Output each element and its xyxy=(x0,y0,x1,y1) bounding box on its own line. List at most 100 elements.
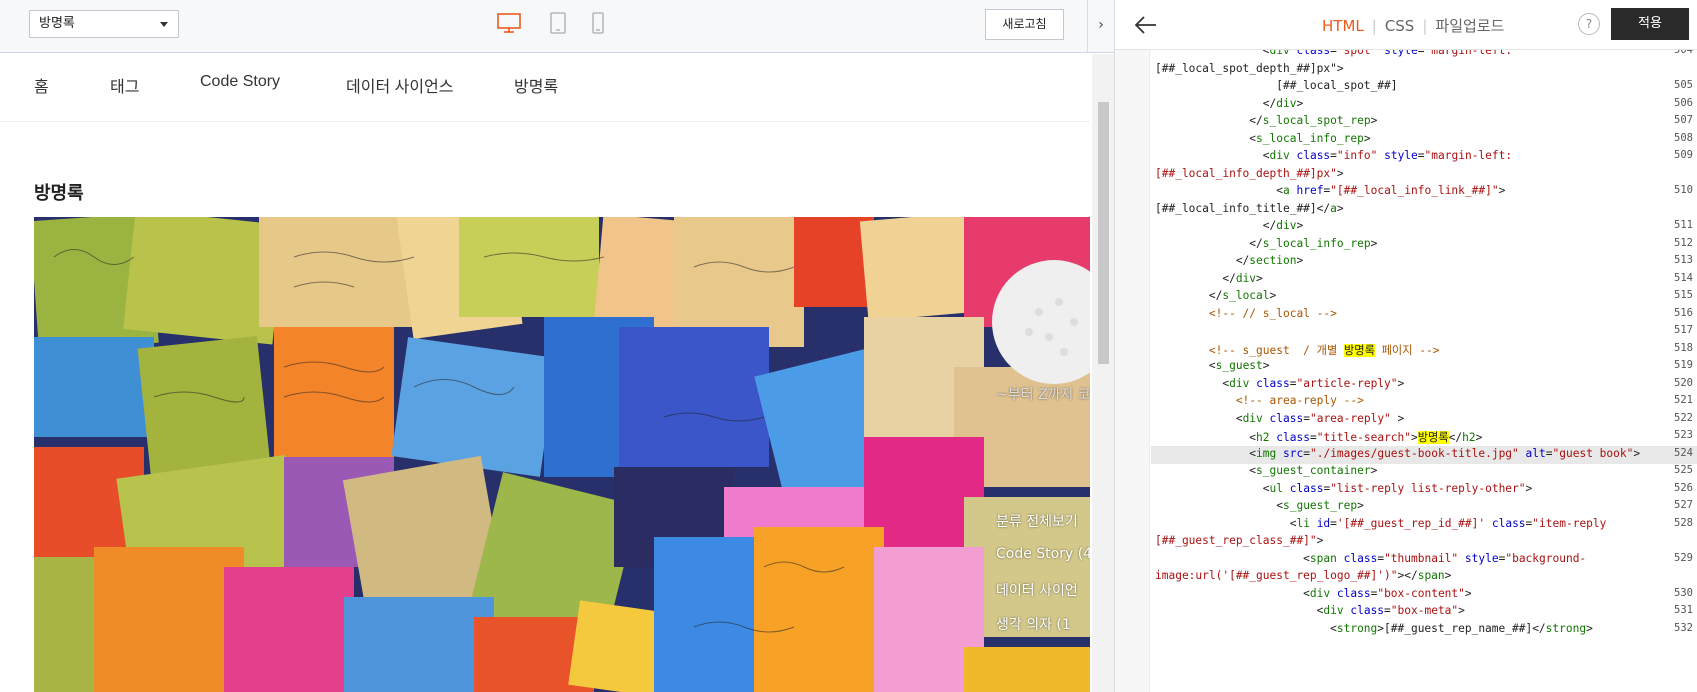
page-select-value: 방명록 xyxy=(39,16,75,31)
nav-data-science[interactable]: 데이터 사이언스 xyxy=(346,73,454,97)
line-number: 523 xyxy=(1674,429,1693,441)
skin-editor: 방명록 새로고침 › 홈 태그 Code Story 데이터 사이언스 방명록 … xyxy=(0,0,1697,692)
tab-divider: | xyxy=(1371,17,1377,35)
code-line: image:url('[##_guest_rep_logo_##]')"></s… xyxy=(1155,569,1452,582)
code-line: [##_local_spot_##] xyxy=(1155,79,1398,92)
nav-guestbook[interactable]: 방명록 xyxy=(514,73,558,97)
code-line: <div class="area-reply" > xyxy=(1155,411,1405,425)
code-line: <ul class="list-reply list-reply-other"> xyxy=(1155,481,1533,495)
code-line: <div class="spot" style="margin-left: xyxy=(1155,50,1513,57)
code-line: </div> xyxy=(1155,219,1304,232)
code-line: <!-- // s_local --> xyxy=(1155,306,1337,320)
code-line: <!-- area-reply --> xyxy=(1155,394,1364,407)
line-number: 514 xyxy=(1674,271,1693,284)
nav-code-story[interactable]: Code Story xyxy=(200,73,280,91)
line-number: 524 xyxy=(1674,446,1693,459)
line-number: 519 xyxy=(1674,359,1693,371)
line-number: 511 xyxy=(1674,219,1693,231)
line-number: 518 xyxy=(1674,341,1693,354)
code-line: <a href="[##_local_info_link_##]"> xyxy=(1155,184,1506,197)
line-number: 515 xyxy=(1674,289,1693,301)
line-number: 527 xyxy=(1674,499,1693,511)
line-number: 510 xyxy=(1674,184,1693,196)
caret-down-icon xyxy=(160,22,168,27)
code-line: <s_guest> xyxy=(1155,359,1270,372)
code-line: [##_local_info_depth_##]px"> xyxy=(1155,166,1344,180)
scrollbar-thumb[interactable] xyxy=(1098,102,1109,364)
line-number: 530 xyxy=(1674,586,1693,599)
tab-css[interactable]: CSS xyxy=(1385,17,1415,35)
code-line: <li id='[##_guest_rep_id_##]' class="ite… xyxy=(1155,516,1607,530)
tab-divider: | xyxy=(1422,17,1428,35)
code-line: <div class="article-reply"> xyxy=(1155,376,1405,390)
code-line: <div class="info" style="margin-left: xyxy=(1155,149,1513,162)
code-line: <div class="box-meta"> xyxy=(1155,604,1465,617)
category-data-science[interactable]: 데이터 사이언 xyxy=(996,580,1078,600)
code-line: <span class="thumbnail" style="backgroun… xyxy=(1155,551,1587,565)
code-line: <strong>[##_guest_rep_name_##]</strong> xyxy=(1155,621,1593,635)
editor-tabs: HTML | CSS | 파일업로드 xyxy=(1318,15,1508,36)
line-number: 508 xyxy=(1674,131,1693,144)
code-line: [##_guest_rep_class_##]"> xyxy=(1155,534,1324,547)
apply-button[interactable]: 적용 xyxy=(1611,8,1689,40)
collapse-panel-button[interactable]: › xyxy=(1087,0,1114,53)
code-line: </s_local> xyxy=(1155,289,1277,302)
line-number: 505 xyxy=(1674,79,1693,91)
line-number: 504 xyxy=(1674,50,1693,56)
guest-book-title-image xyxy=(34,217,1090,692)
line-number: 506 xyxy=(1674,96,1693,109)
line-number: 526 xyxy=(1674,481,1693,494)
category-code-story[interactable]: Code Story (4 xyxy=(996,546,1090,562)
line-number: 531 xyxy=(1674,604,1693,616)
refresh-button[interactable]: 새로고침 xyxy=(985,9,1064,40)
page-title: 방명록 xyxy=(34,183,84,204)
code-editor-pane: HTML | CSS | 파일업로드 ? 적용 504 <div class="spot… xyxy=(1115,0,1697,692)
line-number: 513 xyxy=(1674,254,1693,266)
line-number: 521 xyxy=(1674,394,1693,406)
code-line: <img src="./images/guest-book-title.jpg"… xyxy=(1155,446,1641,460)
line-number: 512 xyxy=(1674,236,1693,249)
nav-tag[interactable]: 태그 xyxy=(110,73,139,97)
code-line: </div> xyxy=(1155,271,1263,285)
code-line: <div class="box-content"> xyxy=(1155,586,1472,600)
code-area[interactable]: 504 <div class="spot" style="margin-left… xyxy=(1115,50,1697,692)
chevron-right-icon: › xyxy=(1098,17,1104,33)
arrow-left-icon[interactable] xyxy=(1133,12,1159,38)
code-line: <s_local_info_rep> xyxy=(1155,131,1371,145)
tab-file-upload[interactable]: 파일업로드 xyxy=(1435,17,1504,35)
editor-toolbar: HTML | CSS | 파일업로드 ? 적용 xyxy=(1115,0,1697,50)
preview-toolbar: 방명록 새로고침 xyxy=(0,0,1087,53)
line-number: 517 xyxy=(1674,324,1693,336)
code-line: <s_guest_rep> xyxy=(1155,499,1364,512)
line-number: 528 xyxy=(1674,516,1693,529)
line-number: 516 xyxy=(1674,306,1693,319)
preview-scrollbar[interactable] xyxy=(1092,54,1114,692)
sticky-notes-image xyxy=(34,217,1090,692)
code-line: <!-- s_guest / 개별 방명록 페이지 --> xyxy=(1155,343,1440,357)
page-select[interactable]: 방명록 xyxy=(29,10,179,38)
mobile-view-icon[interactable] xyxy=(591,12,605,34)
category-all[interactable]: 분류 전체보기 xyxy=(996,511,1078,531)
code-line: <h2 class="title-search">방명록</h2> xyxy=(1155,431,1483,444)
code-line: [##_local_spot_depth_##]px"> xyxy=(1155,61,1344,75)
line-number-gutter xyxy=(1115,50,1150,692)
line-number: 525 xyxy=(1674,464,1693,476)
tab-html[interactable]: HTML xyxy=(1322,17,1364,35)
sidebar-overlay: ~부터 Z까지 코 분류 전체보기 Code Story (4 데이터 사이언 … xyxy=(996,54,1090,692)
category-thinking-chair[interactable]: 생각 의자 (1 xyxy=(996,614,1071,634)
help-button[interactable]: ? xyxy=(1578,13,1600,35)
tablet-view-icon[interactable] xyxy=(549,12,567,34)
desktop-view-icon[interactable] xyxy=(496,12,522,34)
line-number: 507 xyxy=(1674,114,1693,126)
line-number: 529 xyxy=(1674,551,1693,564)
sidebar-tagline: ~부터 Z까지 코 xyxy=(996,387,1090,403)
code-line: </s_local_info_rep> xyxy=(1155,236,1378,250)
line-number: 520 xyxy=(1674,376,1693,389)
code-line: </s_local_spot_rep> xyxy=(1155,114,1378,127)
nav-home[interactable]: 홈 xyxy=(34,73,49,97)
code-line: <s_guest_container> xyxy=(1155,464,1378,477)
line-number: 532 xyxy=(1674,621,1693,634)
code-line: </section> xyxy=(1155,254,1304,267)
line-number: 509 xyxy=(1674,149,1693,161)
preview-pane: 방명록 새로고침 › 홈 태그 Code Story 데이터 사이언스 방명록 … xyxy=(0,0,1115,692)
